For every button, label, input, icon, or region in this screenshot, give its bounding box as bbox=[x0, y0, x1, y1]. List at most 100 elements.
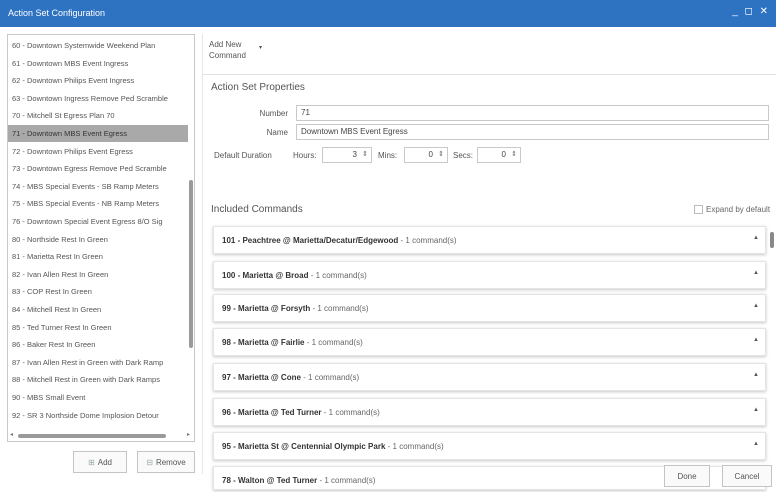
list-item[interactable]: 81 - Marietta Rest In Green bbox=[8, 248, 188, 265]
add-icon: ⊞ bbox=[88, 457, 95, 467]
mins-value: 0 bbox=[428, 150, 433, 159]
window-controls[interactable]: _ ◻ ✕ bbox=[732, 6, 770, 17]
command-title: 96 - Marietta @ Ted Turner bbox=[222, 408, 322, 417]
command-name: 97 - Marietta @ Cone - 1 command(s) bbox=[222, 373, 359, 382]
action-set-properties-heading: Action Set Properties bbox=[211, 82, 305, 93]
command-row[interactable]: 98 - Marietta @ Fairlie - 1 command(s) ▲ bbox=[213, 328, 766, 356]
list-item[interactable]: 92 - SR 3 Northside Dome Implosion Detou… bbox=[8, 407, 188, 424]
collapse-caret-icon[interactable]: ▲ bbox=[753, 372, 759, 378]
done-label: Done bbox=[677, 471, 697, 481]
scroll-left-icon[interactable]: ◂ bbox=[10, 431, 13, 438]
list-item[interactable]: 75 - MBS Special Events - NB Ramp Meters bbox=[8, 195, 188, 212]
add-new-command-button[interactable]: Add New Command ▾ bbox=[209, 39, 271, 69]
expand-by-default-checkbox[interactable]: Expand by default bbox=[694, 205, 770, 214]
mins-stepper[interactable]: 0 ⇕ bbox=[404, 147, 448, 163]
command-count: - 1 command(s) bbox=[400, 236, 457, 245]
command-title: 98 - Marietta @ Fairlie bbox=[222, 338, 305, 347]
name-field[interactable]: Downtown MBS Event Egress bbox=[296, 124, 769, 140]
command-name: 96 - Marietta @ Ted Turner - 1 command(s… bbox=[222, 408, 380, 417]
list-item[interactable]: 88 - Mitchell Rest in Green with Dark Ra… bbox=[8, 371, 188, 388]
list-vertical-scrollbar[interactable] bbox=[189, 37, 193, 437]
command-name: 99 - Marietta @ Forsyth - 1 command(s) bbox=[222, 304, 369, 313]
hours-value: 3 bbox=[352, 150, 357, 159]
expand-label: Expand by default bbox=[706, 205, 771, 214]
done-button[interactable]: Done bbox=[664, 465, 710, 487]
command-row[interactable]: 100 - Marietta @ Broad - 1 command(s) ▲ bbox=[213, 261, 766, 289]
list-item[interactable]: 85 - Ted Turner Rest In Green bbox=[8, 319, 188, 336]
name-label: Name bbox=[266, 128, 288, 137]
collapse-caret-icon[interactable]: ▲ bbox=[753, 441, 759, 447]
stepper-arrows-icon[interactable]: ⇕ bbox=[511, 148, 517, 162]
list-item[interactable]: 83 - COP Rest In Green bbox=[8, 283, 188, 300]
command-count: - 1 command(s) bbox=[303, 373, 360, 382]
list-item[interactable]: 62 - Downtown Philips Event Ingress bbox=[8, 72, 188, 89]
command-row[interactable]: 96 - Marietta @ Ted Turner - 1 command(s… bbox=[213, 398, 766, 426]
list-item[interactable]: 70 - Mitchell St Egress Plan 70 bbox=[8, 107, 188, 124]
secs-value: 0 bbox=[501, 150, 506, 159]
collapse-caret-icon[interactable]: ▲ bbox=[753, 235, 759, 241]
stepper-arrows-icon[interactable]: ⇕ bbox=[362, 148, 368, 162]
scrollbar-thumb[interactable] bbox=[189, 180, 193, 348]
remove-action-set-button[interactable]: ⊟ Remove bbox=[137, 451, 195, 473]
command-row[interactable]: 95 - Marietta St @ Centennial Olympic Pa… bbox=[213, 432, 766, 460]
list-item[interactable]: 76 - Downtown Special Event Egress 8/O S… bbox=[8, 213, 188, 230]
cancel-button[interactable]: Cancel bbox=[722, 465, 772, 487]
list-item[interactable]: 90 - MBS Small Event bbox=[8, 389, 188, 406]
command-title: 100 - Marietta @ Broad bbox=[222, 271, 309, 280]
panel-divider bbox=[202, 34, 203, 474]
command-name: 78 - Walton @ Ted Turner - 1 command(s) bbox=[222, 476, 375, 485]
command-title: 95 - Marietta St @ Centennial Olympic Pa… bbox=[222, 442, 386, 451]
scroll-right-icon[interactable]: ▸ bbox=[187, 431, 190, 438]
collapse-caret-icon[interactable]: ▲ bbox=[753, 407, 759, 413]
action-set-list[interactable]: 60 - Downtown Systemwide Weekend Plan 61 … bbox=[7, 34, 195, 442]
command-title: 97 - Marietta @ Cone bbox=[222, 373, 301, 382]
default-duration-label: Default Duration bbox=[214, 151, 272, 160]
number-field[interactable]: 71 bbox=[296, 105, 769, 121]
command-row[interactable]: 101 - Peachtree @ Marietta/Decatur/Edgew… bbox=[213, 226, 766, 254]
list-item[interactable]: 60 - Downtown Systemwide Weekend Plan bbox=[8, 37, 188, 54]
command-count: - 1 command(s) bbox=[306, 338, 363, 347]
list-horizontal-scrollbar[interactable]: ◂ ▸ bbox=[10, 431, 190, 439]
list-item[interactable]: 80 - Northside Rest In Green bbox=[8, 231, 188, 248]
command-count: - 1 command(s) bbox=[310, 271, 367, 280]
list-item[interactable]: 71 - Downtown MBS Event Egress bbox=[8, 125, 188, 142]
toolbar-divider bbox=[202, 74, 776, 75]
remove-icon: ⊟ bbox=[146, 457, 153, 467]
secs-stepper[interactable]: 0 ⇕ bbox=[477, 147, 521, 163]
list-item[interactable]: 72 - Downtown Philips Event Egress bbox=[8, 143, 188, 160]
scrollbar-thumb[interactable] bbox=[18, 434, 166, 438]
number-label: Number bbox=[259, 109, 288, 118]
command-title: 78 - Walton @ Ted Turner bbox=[222, 476, 318, 485]
command-count: - 1 command(s) bbox=[312, 304, 369, 313]
collapse-caret-icon[interactable]: ▲ bbox=[753, 337, 759, 343]
command-title: 101 - Peachtree @ Marietta/Decatur/Edgew… bbox=[222, 236, 399, 245]
scrollbar-thumb[interactable] bbox=[770, 232, 774, 248]
command-name: 100 - Marietta @ Broad - 1 command(s) bbox=[222, 271, 367, 280]
command-name: 101 - Peachtree @ Marietta/Decatur/Edgew… bbox=[222, 236, 457, 245]
included-commands-heading: Included Commands bbox=[211, 204, 303, 215]
cancel-label: Cancel bbox=[734, 471, 760, 481]
hours-stepper[interactable]: 3 ⇕ bbox=[322, 147, 372, 163]
collapse-caret-icon[interactable]: ▲ bbox=[753, 303, 759, 309]
add-action-set-button[interactable]: ⊞ Add bbox=[73, 451, 127, 473]
list-item[interactable]: 74 - MBS Special Events - SB Ramp Meters bbox=[8, 178, 188, 195]
add-label: Add bbox=[97, 457, 112, 467]
list-item[interactable]: 86 - Baker Rest In Green bbox=[8, 336, 188, 353]
list-item[interactable]: 61 - Downtown MBS Event Ingress bbox=[8, 55, 188, 72]
commands-scrollbar[interactable] bbox=[770, 228, 774, 438]
list-item[interactable]: 63 - Downtown Ingress Remove Ped Scrambl… bbox=[8, 90, 188, 107]
mins-label: Mins: bbox=[378, 151, 398, 160]
command-row[interactable]: 97 - Marietta @ Cone - 1 command(s) ▲ bbox=[213, 363, 766, 391]
list-item[interactable]: 84 - Mitchell Rest In Green bbox=[8, 301, 188, 318]
list-item[interactable]: 73 - Downtown Egress Remove Ped Scramble bbox=[8, 160, 188, 177]
remove-label: Remove bbox=[155, 457, 186, 467]
title-bar: Action Set Configuration _ ◻ ✕ bbox=[0, 0, 776, 27]
collapse-caret-icon[interactable]: ▲ bbox=[753, 270, 759, 276]
list-item[interactable]: 82 - Ivan Allen Rest In Green bbox=[8, 266, 188, 283]
list-item[interactable]: 87 - Ivan Allen Rest in Green with Dark … bbox=[8, 354, 188, 371]
stepper-arrows-icon[interactable]: ⇕ bbox=[438, 148, 444, 162]
checkbox-icon[interactable] bbox=[694, 205, 703, 214]
command-row[interactable]: 99 - Marietta @ Forsyth - 1 command(s) ▲ bbox=[213, 294, 766, 322]
command-count: - 1 command(s) bbox=[387, 442, 444, 451]
command-count: - 1 command(s) bbox=[323, 408, 380, 417]
